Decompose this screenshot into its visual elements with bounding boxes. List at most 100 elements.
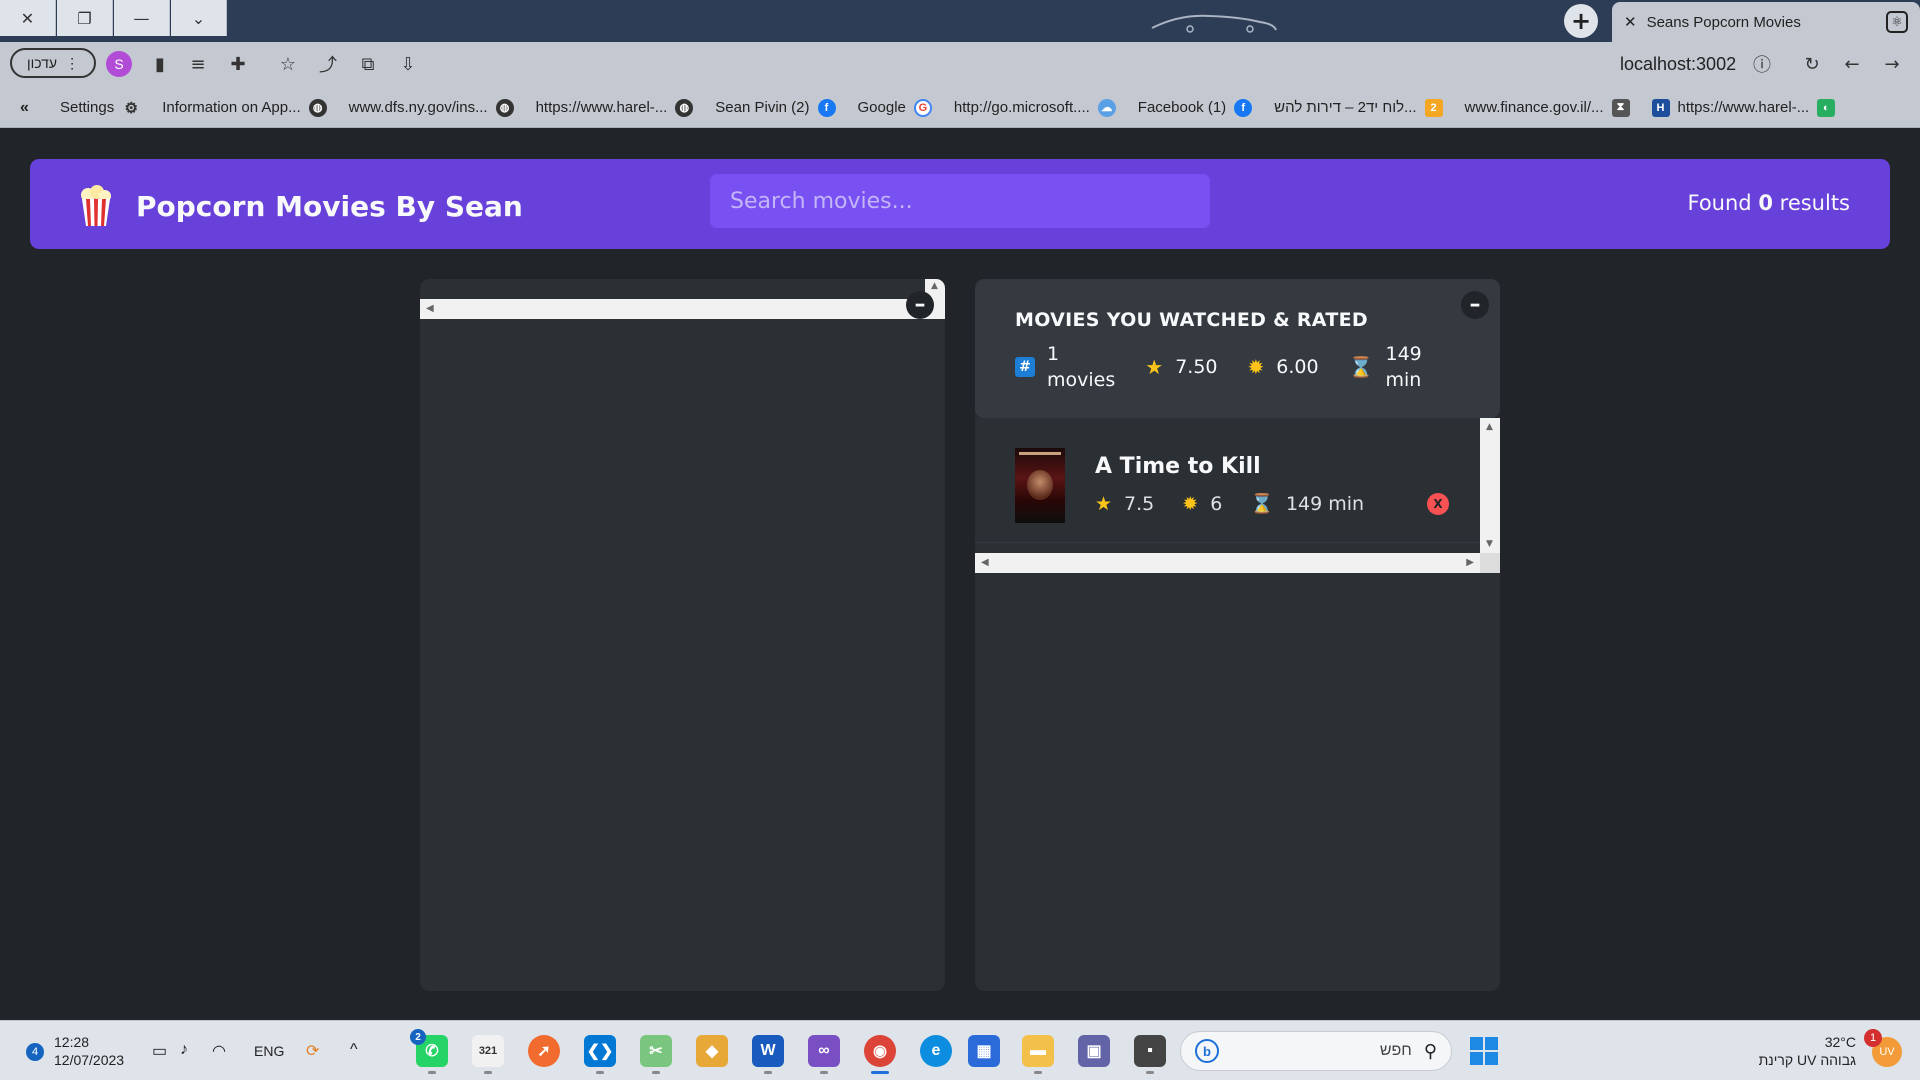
movie-title: A Time to Kill (1095, 454, 1261, 479)
search-results-box: ▲ ◀ – (420, 279, 945, 991)
star-icon: ★ (1095, 492, 1113, 515)
weather-widget[interactable]: 32°C קרינת UV גבוהה (1759, 1033, 1856, 1069)
scroll-down-icon[interactable]: ▼ (1486, 539, 1493, 549)
stat-movies: # 1 movies (1015, 341, 1115, 393)
extensions-icon[interactable]: ✚ (226, 52, 250, 76)
tab-close-icon[interactable]: ✕ (1624, 13, 1637, 31)
delete-movie-button[interactable]: X (1427, 493, 1449, 515)
reload-icon[interactable]: ↻ (1800, 52, 1824, 76)
runtime-unit: min (1385, 369, 1422, 391)
watched-box: MOVIES YOU WATCHED & RATED # 1 movies ★ … (975, 279, 1500, 991)
bookmark-item[interactable]: www.finance.gov.il/... ⧗ (1465, 98, 1630, 117)
notification-badge[interactable]: 4 (26, 1043, 44, 1061)
bookmark-item[interactable]: http://go.microsoft.... ☁ (954, 98, 1116, 117)
bookmark-item[interactable]: Settings ⚙ (60, 99, 140, 117)
postman-icon[interactable]: ➚ (528, 1035, 560, 1067)
cloud-icon: ☁ (1097, 98, 1116, 117)
chrome-icon[interactable]: ◉ (864, 1035, 896, 1074)
stat-imdb-rating: ★ 7.50 (1145, 355, 1217, 379)
harel-icon: H (1651, 98, 1670, 117)
teams-icon[interactable]: ▣ (1078, 1035, 1110, 1067)
taskbar-search[interactable]: b חפש ⚲ (1180, 1031, 1452, 1071)
whatsapp-badge: 2 (410, 1029, 426, 1045)
facebook-icon: f (1234, 98, 1253, 117)
globe-icon: ◍ (495, 98, 514, 117)
back-icon[interactable]: ← (1840, 52, 1864, 76)
movies-count: 1 (1047, 343, 1060, 365)
forward-icon[interactable]: → (1880, 52, 1904, 76)
show-hidden-icons-icon[interactable]: ^ (350, 1041, 358, 1059)
sidebar-icon[interactable]: ▮ (148, 52, 172, 76)
taskbar-clock[interactable]: 12:28 12/07/2023 (54, 1033, 124, 1069)
new-tab-button[interactable]: + (1564, 4, 1598, 38)
temperature: 32°C (1824, 1034, 1856, 1050)
avg-imdb-rating: 7.50 (1175, 356, 1218, 378)
bookmarks-chevron-icon[interactable]: « (20, 99, 60, 117)
update-button[interactable]: עדכון ⋮ (10, 48, 96, 78)
movie-poster (1015, 448, 1065, 523)
bookmarks-bar: « Settings ⚙ Information on App... ◍ www.d… (0, 88, 1920, 128)
wifi-icon[interactable]: ◠ (212, 1041, 226, 1061)
bookmark-star-icon[interactable]: ☆ (276, 52, 300, 76)
sync-icon[interactable]: ⟳ (306, 1041, 319, 1061)
file-explorer-icon[interactable]: ▬ (1022, 1035, 1054, 1074)
results-count: Found 0 results (1687, 191, 1851, 215)
language-indicator[interactable]: ENG (254, 1043, 284, 1059)
address-bar[interactable]: localhost:3002 (1620, 54, 1736, 75)
browser-tab[interactable]: ✕ Seans Popcorn Movies ⚛ (1612, 2, 1920, 42)
toggle-results-button[interactable]: – (906, 291, 934, 319)
scroll-right-icon[interactable]: ▶ (1466, 557, 1474, 568)
bookmark-item[interactable]: https://www.harel-... ◍ (536, 98, 694, 117)
gear-icon: ⚙ (124, 99, 138, 117)
scroll-up-icon[interactable]: ▲ (1486, 422, 1493, 432)
toggle-watched-button[interactable]: – (1461, 291, 1489, 319)
windows-start-icon[interactable] (1470, 1037, 1498, 1065)
bookmark-item[interactable]: www.dfs.ny.gov/ins... ◍ (349, 98, 514, 117)
bookmark-item[interactable]: לוח יד2 – דירות להש... 2 (1274, 98, 1443, 117)
volume-icon[interactable]: ♪ (180, 1041, 188, 1059)
car-logo-icon (1151, 14, 1277, 33)
browser-titlebar: ✕ ❐ — ⌄ + ✕ Seans Popcorn Movies ⚛ (0, 0, 1920, 42)
calendar-icon[interactable]: 321 (472, 1035, 504, 1074)
bookmark-item[interactable]: Information on App... ◍ (162, 98, 327, 117)
terminal-icon[interactable]: ▪ (1134, 1035, 1166, 1074)
vertical-scrollbar[interactable]: ▲ ▼ (1480, 418, 1500, 553)
tab-list-button[interactable]: ⌄ (171, 0, 227, 36)
app-navbar: Popcorn Movies By Sean Found 0 results (30, 159, 1890, 249)
battery-icon[interactable]: ▭ (152, 1041, 167, 1061)
vscode-icon[interactable]: ❮❯ (584, 1035, 616, 1074)
movie-user-rating: ✹ 6 (1182, 492, 1223, 515)
bookmark-item[interactable]: Sean Pivin (2) f (715, 98, 836, 117)
bing-icon: b (1195, 1039, 1219, 1063)
close-window-button[interactable]: ✕ (0, 0, 56, 36)
minimize-window-button[interactable]: — (114, 0, 170, 36)
scroll-left-icon[interactable]: ◀ (981, 557, 989, 568)
search-input[interactable] (710, 174, 1210, 228)
bookmark-item[interactable]: Hhttps://www.harel-... ◐ (1651, 98, 1836, 117)
horizontal-scrollbar[interactable]: ◀ (420, 299, 945, 319)
site-info-icon[interactable]: ⓘ (1750, 52, 1774, 76)
reading-list-icon[interactable]: ≡ (186, 52, 210, 76)
store-icon[interactable]: ▦ (968, 1035, 1000, 1067)
hash-icon: # (1015, 357, 1035, 377)
app-logo: Popcorn Movies By Sean (78, 185, 523, 227)
profile-avatar[interactable]: S (106, 51, 132, 77)
translate-icon[interactable]: ⧉ (356, 52, 380, 76)
whatsapp-icon[interactable]: ✆ 2 (410, 1029, 448, 1074)
restore-window-button[interactable]: ❐ (57, 0, 113, 36)
edge-icon[interactable]: e (920, 1035, 952, 1067)
stat-user-rating: ✹ 6.00 (1248, 355, 1319, 379)
share-icon[interactable]: ⤴ (316, 52, 340, 76)
scroll-left-icon[interactable]: ◀ (426, 303, 434, 314)
summary-stats: # 1 movies ★ 7.50 ✹ 6.00 ⌛ 149 min (1015, 341, 1460, 393)
horizontal-scrollbar[interactable]: ◀ ▶ (975, 553, 1480, 573)
more-menu-icon: ⋮ (65, 54, 80, 71)
bookmark-item[interactable]: Facebook (1) f (1138, 98, 1253, 117)
word-icon[interactable]: W (752, 1035, 784, 1074)
snipping-tool-icon[interactable]: ✂ (640, 1035, 672, 1074)
movie-stats: ★ 7.5 ✹ 6 ⌛ 149 min (1095, 492, 1392, 516)
bookmark-item[interactable]: Google G (858, 98, 932, 117)
visual-studio-icon[interactable]: ∞ (808, 1035, 840, 1074)
git-icon[interactable]: ◆ (696, 1035, 728, 1067)
install-app-icon[interactable]: ⇩ (396, 52, 420, 76)
